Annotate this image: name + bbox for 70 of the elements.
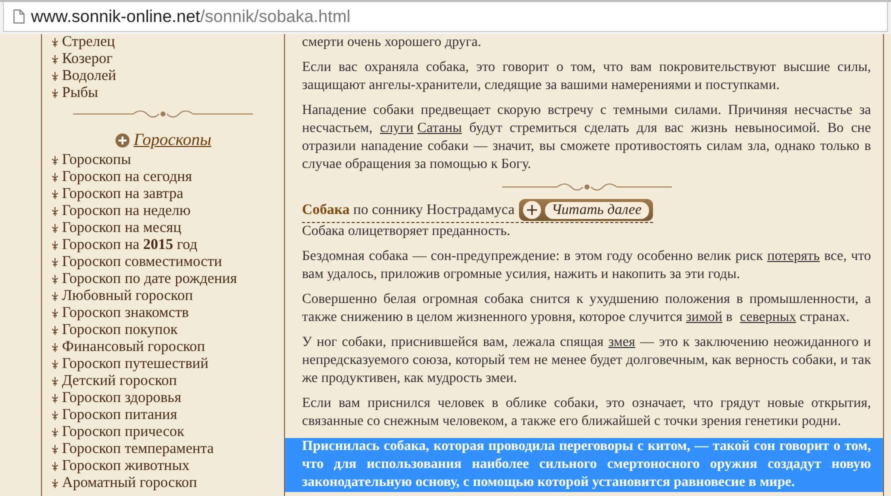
bullet-icon [52, 309, 58, 318]
bullet-icon [52, 258, 58, 267]
sidebar-link[interactable]: Стрелец [62, 34, 115, 51]
bullet-icon [52, 72, 58, 81]
article-paragraph: Приснилась собака, которая проводила переговоры с китом, — такой сон говорит о том, что для использования наиболее сильного смертоносного оружия создадут новую законодательную основу, с помощью которой установится равновесие в мире. [285, 438, 883, 492]
bullet-icon [52, 55, 58, 64]
bullet-icon [52, 343, 58, 352]
article-paragraph: Бездомная собака — сон-предупреждение: в этом году особенно велик риск потерять все, что вам удалось, приложив огромные усилия, нажить и накопить за эти годы. [302, 248, 871, 284]
plus-icon [522, 201, 541, 219]
plus-icon [114, 132, 130, 148]
bullet-icon [52, 462, 58, 471]
bullet-icon [52, 479, 58, 488]
read-more-button[interactable]: Читать далее [518, 199, 653, 221]
text-link[interactable]: Сатаны [417, 121, 462, 136]
bullet-icon [52, 38, 58, 47]
text-link[interactable]: зимой [686, 310, 722, 325]
bullet-icon [52, 428, 58, 437]
sidebar-link[interactable]: Гороскоп питания [62, 407, 178, 424]
article-paragraph: Собака олицетворяет преданность. [302, 223, 512, 241]
bullet-icon [52, 360, 58, 369]
sidebar-link[interactable]: Финансовый гороскоп [62, 339, 206, 356]
article-paragraph: Совершенно белая огромная собака снится к ухудшению положения в промышленности, а также снижению в целом жизненного уровня, которое случится зимой в северных странах. [302, 291, 871, 327]
bullet-icon [52, 224, 58, 233]
text-link[interactable]: слуги [380, 121, 414, 136]
sidebar-link[interactable]: Ароматный гороскоп [62, 475, 198, 492]
sidebar-link[interactable]: Гороскоп на завтра [62, 186, 184, 203]
sidebar-link[interactable]: Гороскоп на 2015 год [62, 237, 198, 254]
bullet-icon [52, 377, 58, 386]
bullet-icon [52, 207, 58, 216]
article-paragraph: Если вас охраняла собака, это говорит о том, что вам покровительствуют высшие силы, защищают ангелы-хранители, следящие за вашими намерениями и поступками. [302, 59, 871, 95]
bullet-icon [52, 326, 58, 335]
bullet-icon [52, 394, 58, 403]
bullet-icon [52, 275, 58, 284]
sidebar-link[interactable]: Любовный гороскоп [62, 288, 193, 305]
article-paragraph: У ног собаки, приснившейся вам, лежала спящая змея — это к заключению неожиданного и непредсказуемого союза, который тем не менее будет долговечным, как верность собаки, и так же продуктивен, как мудрость змеи. [302, 334, 871, 388]
text-link[interactable]: змея [608, 335, 636, 350]
sidebar-link[interactable]: Козерог [62, 51, 112, 68]
article-paragraph: смерти очень хорошего друга. [302, 34, 482, 52]
sidebar-link[interactable]: Гороскоп темперамента [62, 441, 214, 458]
sidebar-link[interactable]: Гороскоп совместимости [62, 254, 222, 271]
article-paragraph: Нападение собаки предвещает скорую встречу с темными силами. Причиняя несчастье за несчастьем, слуги Сатаны будут стремиться сделать для вас жизнь невыносимой. Во сне отразили нападение собаки — значит, вы сможете противостоять силам зла, однако только в случае обращения за помощью к Богу. [302, 102, 871, 174]
sidebar-link[interactable]: Рыбы [62, 85, 98, 102]
bullet-icon [52, 292, 58, 301]
sidebar-link[interactable]: Гороскоп на сегодня [62, 169, 192, 186]
sidebar-link[interactable]: Гороскопы [62, 152, 132, 169]
sidebar-link[interactable]: Гороскоп на месяц [62, 220, 182, 237]
address-field[interactable]: www.sonnik-online.net/sonnik/sobaka.html [3, 2, 888, 32]
article-paragraph: Если вам приснился человек в облике собаки, это означает, что грядут новые открытия, связанные со снежным человеком, а также его ближайшей с точки зрения генетики родни. [302, 395, 871, 431]
sidebar-link[interactable]: Гороскоп путешествий [62, 356, 208, 373]
text-link[interactable]: потерять [767, 249, 820, 264]
bullet-icon [52, 89, 58, 98]
sidebar-link[interactable]: Гороскоп знакомств [62, 305, 189, 322]
page-icon [13, 9, 25, 24]
sidebar-link[interactable]: Детский гороскоп [62, 373, 177, 390]
section-heading: Собака по соннику Нострадамуса [302, 201, 515, 219]
section-heading-link[interactable]: Гороскопы [134, 130, 212, 150]
bullet-icon [52, 241, 58, 250]
sidebar-link[interactable]: Водолей [62, 68, 116, 85]
sidebar-link[interactable]: Гороскоп животных [62, 458, 190, 475]
bullet-icon [52, 190, 58, 199]
bullet-icon [52, 156, 58, 165]
bullet-icon [52, 173, 58, 182]
bullet-icon [52, 411, 58, 420]
text-link[interactable]: северных [740, 310, 796, 325]
sidebar-link[interactable]: Гороскоп на неделю [62, 203, 191, 220]
bullet-icon [52, 445, 58, 454]
sidebar-link[interactable]: Гороскоп здоровья [62, 390, 182, 407]
sidebar-link[interactable]: Гороскоп причесок [62, 424, 184, 441]
sidebar-link[interactable]: Гороскоп по дате рождения [62, 271, 238, 288]
sidebar-link[interactable]: Гороскоп покупок [62, 322, 178, 339]
